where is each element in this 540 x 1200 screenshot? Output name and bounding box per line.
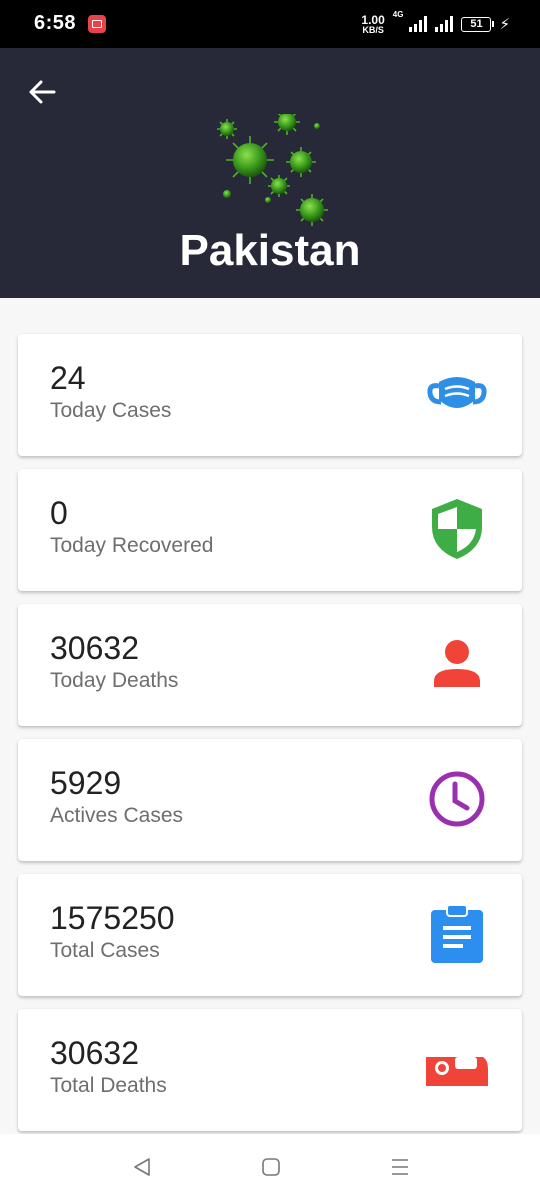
status-indicators: 1.00 KB/S 4G 51 ⚡ bbox=[361, 10, 510, 38]
stat-label: Total Cases bbox=[50, 939, 160, 962]
back-button[interactable] bbox=[22, 74, 62, 110]
stat-value: 0 bbox=[50, 495, 68, 531]
screen-record-icon bbox=[88, 15, 106, 33]
clock-icon bbox=[424, 766, 490, 832]
stat-label: Total Deaths bbox=[50, 1074, 167, 1097]
nav-menu-button[interactable] bbox=[385, 1154, 415, 1180]
country-title: Pakistan bbox=[179, 226, 361, 275]
stat-card-today-deaths: 30632 Today Deaths bbox=[18, 604, 522, 726]
stat-value: 30632 bbox=[50, 1035, 139, 1071]
bed-icon bbox=[424, 1036, 490, 1102]
charging-icon: ⚡ bbox=[499, 16, 510, 33]
stat-label: Today Deaths bbox=[50, 669, 179, 692]
battery-level: 51 bbox=[470, 17, 483, 30]
stat-label: Today Recovered bbox=[50, 534, 214, 557]
nav-home-button[interactable] bbox=[256, 1154, 286, 1180]
mask-icon bbox=[424, 361, 490, 427]
stat-value: 30632 bbox=[50, 630, 139, 666]
status-bar: 6:58 1.00 KB/S 4G 51 ⚡ bbox=[0, 0, 540, 48]
hamburger-menu-icon bbox=[392, 1159, 408, 1175]
stat-value: 5929 bbox=[50, 765, 122, 801]
shield-icon bbox=[424, 496, 490, 562]
signal-1-icon bbox=[409, 16, 428, 32]
stat-label: Actives Cases bbox=[50, 804, 184, 827]
stat-value: 24 bbox=[50, 360, 86, 396]
nav-back-button[interactable] bbox=[127, 1154, 157, 1180]
person-icon bbox=[424, 631, 490, 697]
square-home-icon bbox=[262, 1158, 280, 1176]
stat-card-today-recovered: 0 Today Recovered bbox=[18, 469, 522, 591]
net-speed-value: 1.00 bbox=[361, 12, 385, 27]
stat-card-total-cases: 1575250 Total Cases bbox=[18, 874, 522, 996]
virus-icon bbox=[217, 114, 328, 226]
signal-2-icon bbox=[435, 16, 454, 32]
stat-label: Today Cases bbox=[50, 399, 172, 422]
net-speed-unit: KB/S bbox=[362, 24, 384, 35]
clipboard-icon bbox=[424, 901, 490, 967]
stat-value: 1575250 bbox=[50, 900, 175, 936]
triangle-back-icon bbox=[134, 1158, 150, 1176]
country-header: Pakistan bbox=[0, 48, 540, 298]
arrow-left-icon bbox=[29, 80, 56, 104]
status-time: 6:58 bbox=[34, 12, 77, 34]
net-speed: 1.00 KB/S bbox=[361, 14, 384, 35]
battery-icon: 51 bbox=[461, 16, 495, 32]
network-type: 4G bbox=[392, 10, 404, 19]
stat-card-active-cases: 5929 Actives Cases bbox=[18, 739, 522, 861]
system-nav-bar bbox=[0, 1134, 540, 1200]
stat-card-total-deaths: 30632 Total Deaths bbox=[18, 1009, 522, 1131]
stat-card-today-cases: 24 Today Cases bbox=[18, 334, 522, 456]
